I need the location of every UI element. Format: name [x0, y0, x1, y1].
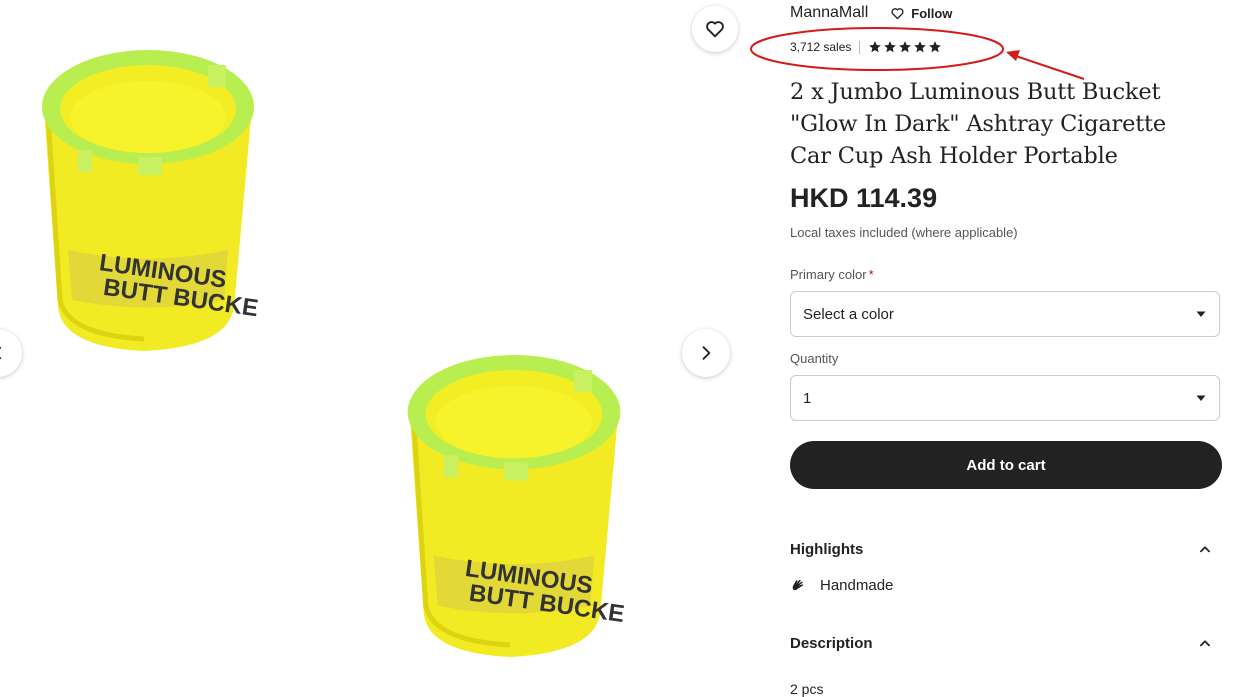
star-rating[interactable]: [868, 40, 942, 54]
add-to-cart-button[interactable]: Add to cart: [790, 441, 1222, 489]
highlights-toggle[interactable]: Highlights: [790, 539, 1222, 559]
description-toggle[interactable]: Description: [790, 633, 1222, 653]
favorite-button[interactable]: [692, 6, 738, 52]
image-gallery: LUMINOUS BUTT BUCKET LUMINOUS BUTT BUCKE…: [0, 0, 760, 691]
description-text: 2 pcs: [790, 681, 824, 697]
quantity-select[interactable]: 1: [790, 375, 1220, 421]
ashtray-image: LUMINOUS BUTT BUCKET: [42, 50, 275, 351]
product-title: 2 x Jumbo Luminous Butt Bucket "Glow In …: [790, 79, 1167, 169]
star-icon: [899, 41, 912, 53]
caret-down-icon: [1196, 311, 1206, 317]
highlights-heading: Highlights: [790, 540, 864, 558]
quantity-value: 1: [803, 389, 812, 407]
heart-icon: [891, 7, 904, 19]
follow-label: Follow: [911, 5, 953, 21]
description-heading: Description: [790, 634, 873, 652]
highlight-text: Handmade: [820, 577, 894, 594]
follow-button[interactable]: Follow: [890, 6, 952, 21]
star-icon: [869, 41, 882, 53]
ashtray-image: LUMINOUS BUTT BUCKET: [407, 355, 641, 657]
divider: [859, 40, 861, 54]
primary-color-label: Primary color *: [790, 267, 874, 282]
sales-count: 3,712 sales: [790, 40, 852, 54]
star-icon: [884, 41, 897, 53]
primary-color-value: Select a color: [803, 305, 894, 323]
previous-image-button[interactable]: [0, 329, 22, 377]
product-image[interactable]: LUMINOUS BUTT BUCKET: [403, 350, 641, 666]
chevron-up-icon: [1200, 546, 1210, 553]
star-icon: [929, 41, 942, 53]
product-image[interactable]: LUMINOUS BUTT BUCKET: [38, 45, 275, 360]
product-price: HKD 114.39: [790, 183, 938, 213]
chevron-right-icon: [702, 346, 711, 360]
primary-color-select[interactable]: Select a color: [790, 291, 1220, 337]
shop-row: MannaMall Follow: [790, 4, 952, 22]
highlight-handmade: Handmade: [790, 577, 893, 594]
tax-note: Local taxes included (where applicable): [790, 225, 1018, 240]
quantity-label: Quantity: [790, 351, 839, 366]
primary-color-label-text: Primary color: [790, 267, 867, 282]
required-marker: *: [868, 267, 874, 282]
star-icon: [914, 41, 927, 53]
chevron-left-icon: [0, 346, 2, 360]
hand-icon: [790, 578, 808, 594]
heart-icon: [706, 21, 724, 38]
sales-rating-row: 3,712 sales: [790, 38, 942, 56]
chevron-up-icon: [1200, 640, 1210, 647]
next-image-button[interactable]: [682, 329, 730, 377]
caret-down-icon: [1196, 395, 1206, 401]
shop-name-link[interactable]: MannaMall: [790, 4, 868, 22]
